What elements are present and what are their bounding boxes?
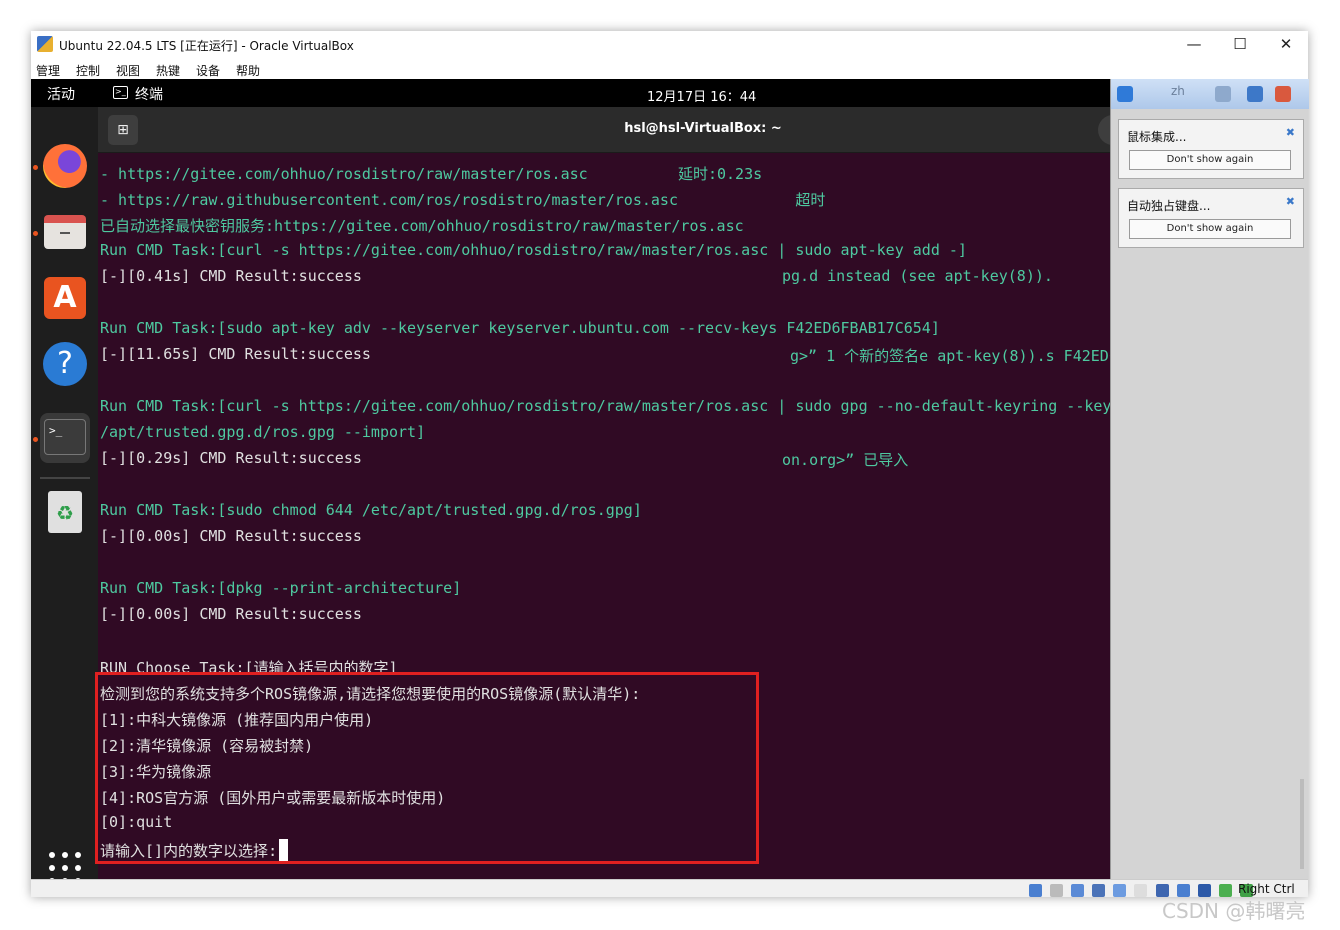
notice-keyboard-capture: 自动独占键盘... ✖ Don't show again	[1118, 188, 1304, 248]
running-indicator	[33, 231, 38, 236]
network-icon[interactable]	[1215, 86, 1231, 102]
notice-message: 自动独占键盘...	[1127, 199, 1211, 213]
host-key-label: Right Ctrl	[1238, 882, 1295, 896]
app-menu-terminal[interactable]: 终端	[135, 84, 163, 104]
dock-software[interactable]: A	[40, 273, 90, 323]
menu-manage[interactable]: 管理	[36, 62, 60, 79]
watermark: CSDN @韩曙亮	[1162, 899, 1306, 923]
terminal-line: [-][0.00s] CMD Result:success	[100, 527, 362, 545]
menu-view[interactable]: 视图	[116, 62, 140, 79]
terminal-line: [-][0.29s] CMD Result:success	[100, 449, 362, 467]
usb-icon[interactable]	[1113, 884, 1127, 897]
dont-show-again-button[interactable]: Don't show again	[1129, 150, 1291, 170]
terminal-line: [-][0.00s] CMD Result:success	[100, 605, 362, 623]
network-adapter-icon[interactable]	[1092, 884, 1106, 897]
files-icon	[44, 215, 86, 249]
terminal-line: Run CMD Task:[curl -s https://gitee.com/…	[100, 241, 967, 259]
notice-close-icon[interactable]: ✖	[1286, 195, 1295, 208]
terminal-icon: >_	[44, 419, 86, 455]
status-bar: Right Ctrl	[31, 879, 1308, 897]
panel-scrollbar[interactable]	[1300, 779, 1304, 869]
audio-icon[interactable]	[1071, 884, 1085, 897]
terminal-line: Run CMD Task:[curl -s https://gitee.com/…	[100, 397, 1110, 415]
firefox-icon	[43, 144, 87, 188]
language-indicator: zh	[1171, 84, 1185, 98]
notification-panel: zh 鼠标集成... ✖ Don't show again 自动独占键盘... …	[1110, 79, 1309, 879]
dont-show-again-button[interactable]: Don't show again	[1129, 219, 1291, 239]
shared-folder-icon[interactable]	[1134, 884, 1148, 897]
dock-files[interactable]	[40, 207, 90, 257]
gnome-top-bar: 活动 >_ 终端 12月17日 16：44	[31, 79, 1110, 107]
software-store-icon: A	[44, 277, 86, 319]
dock-separator	[40, 477, 90, 479]
terminal-line: Run CMD Task:[sudo apt-key adv --keyserv…	[100, 319, 940, 337]
menu-help[interactable]: 帮助	[236, 62, 260, 79]
terminal-line: - https://gitee.com/ohhuo/rosdistro/raw/…	[100, 165, 763, 183]
title-bar: Ubuntu 22.04.5 LTS [正在运行] - Oracle Virtu…	[31, 31, 1308, 59]
status-icons	[1029, 882, 1256, 897]
window-title: Ubuntu 22.04.5 LTS [正在运行] - Oracle Virtu…	[59, 39, 354, 53]
terminal-ghost-text: g>” 1 个新的签名e apt-key(8)).s F42EDCFBAB17C…	[790, 347, 1110, 365]
notice-mouse-integration: 鼠标集成... ✖ Don't show again	[1118, 119, 1304, 179]
terminal-header: ⊞ hsl@hsl-VirtualBox: ~	[98, 107, 1110, 153]
keyboard-icon[interactable]	[1247, 86, 1263, 102]
menu-hotkey[interactable]: 热键	[156, 62, 180, 79]
terminal-line: Run CMD Task:[sudo chmod 644 /etc/apt/tr…	[100, 501, 642, 519]
terminal-line: - https://raw.githubusercontent.com/ros/…	[100, 191, 826, 209]
menu-control[interactable]: 控制	[76, 62, 100, 79]
close-all-icon[interactable]	[1275, 86, 1291, 102]
terminal-ghost-text: pg.d instead (see apt-key(8)).	[782, 267, 1053, 285]
terminal-line: /apt/trusted.gpg.d/ros.gpg --import]	[100, 423, 426, 441]
menu-devices[interactable]: 设备	[196, 62, 220, 79]
terminal-line: [-][11.65s] CMD Result:success	[100, 345, 371, 363]
minimize-button[interactable]: —	[1171, 31, 1217, 59]
activities-button[interactable]: 活动	[47, 84, 75, 104]
terminal-line: Run CMD Task:[dpkg --print-architecture]	[100, 579, 462, 597]
trash-icon: ♻	[48, 491, 82, 533]
dock-terminal[interactable]: >_	[40, 413, 90, 463]
virtualbox-app-icon	[37, 36, 53, 52]
terminal-line: 已自动选择最快密钥服务:https://gitee.com/ohhuo/rosd…	[100, 217, 744, 235]
notice-close-icon[interactable]: ✖	[1286, 126, 1295, 139]
notice-message: 鼠标集成...	[1127, 130, 1187, 144]
terminal-title: hsl@hsl-VirtualBox: ~	[624, 121, 782, 136]
optical-drive-icon[interactable]	[1050, 884, 1064, 897]
running-indicator	[33, 165, 38, 170]
dock-trash[interactable]: ♻	[40, 487, 90, 537]
hard-disk-icon[interactable]	[1029, 884, 1042, 897]
terminal-app-icon: >_	[113, 86, 128, 99]
notification-icon[interactable]	[1117, 86, 1133, 102]
notification-toolbar: zh	[1111, 79, 1309, 109]
terminal-ghost-text: on.org>” 已导入	[782, 451, 909, 469]
dock: A ? >_ ♻	[31, 107, 98, 879]
show-apps-icon[interactable]	[49, 852, 81, 879]
running-indicator	[33, 437, 38, 442]
menu-bar: 管理 控制 视图 热键 设备 帮助	[31, 59, 1308, 79]
close-button[interactable]: ✕	[1263, 31, 1309, 59]
clock[interactable]: 12月17日 16：44	[647, 86, 756, 105]
search-button[interactable]	[1098, 115, 1110, 145]
dock-firefox[interactable]	[40, 141, 90, 191]
terminal-line: [-][0.41s] CMD Result:success	[100, 267, 362, 285]
help-icon: ?	[43, 342, 87, 386]
maximize-button[interactable]: ☐	[1217, 31, 1263, 59]
dock-help[interactable]: ?	[40, 339, 90, 389]
highlight-box	[95, 672, 759, 864]
